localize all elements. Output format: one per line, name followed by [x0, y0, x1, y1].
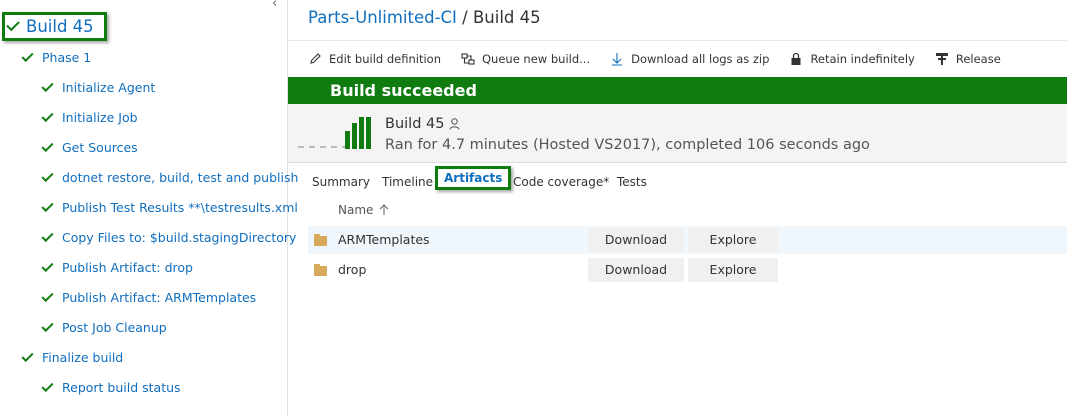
timeline-dashes [298, 146, 348, 148]
tree-item-step[interactable]: Initialize Agent [41, 79, 156, 95]
download-button[interactable]: Download [588, 228, 684, 252]
tree-item-label: Initialize Job [62, 110, 138, 125]
retain-indefinitely-label: Retain indefinitely [810, 51, 915, 66]
release-icon [935, 52, 949, 66]
tree-item-step[interactable]: Publish Test Results **\testresults.xml [41, 199, 298, 215]
build-summary: Build 45 Ran for 4.7 minutes (Hosted VS2… [288, 104, 1067, 163]
success-check-icon [41, 169, 54, 182]
success-check-icon [41, 139, 54, 152]
download-arrow-icon [610, 52, 624, 66]
tab-tests[interactable]: Tests [617, 175, 647, 189]
tree-item-phase[interactable]: Phase 1 [21, 49, 92, 65]
success-check-icon [41, 259, 54, 272]
pencil-icon [308, 52, 322, 66]
build-status-banner: Build succeeded [288, 77, 1067, 104]
chevron-left-icon[interactable]: ‹ [272, 0, 277, 11]
tree-item-label: Finalize build [42, 350, 124, 365]
artifact-row[interactable]: drop Download Explore [308, 256, 1067, 284]
tree-item-label: Initialize Agent [62, 80, 156, 95]
artifact-row[interactable]: ARMTemplates Download Explore [308, 226, 1067, 254]
success-check-icon [41, 379, 54, 392]
download-button[interactable]: Download [588, 258, 684, 282]
queue-icon [461, 52, 475, 66]
download-all-logs-label: Download all logs as zip [631, 51, 770, 66]
person-icon [449, 118, 460, 130]
tree-build-root[interactable]: Build 45 [2, 12, 107, 41]
tree-item-label: Report build status [62, 380, 181, 395]
tree-item-label: Publish Artifact: drop [62, 260, 193, 275]
build-summary-subtitle: Ran for 4.7 minutes (Hosted VS2017), com… [385, 137, 870, 153]
tab-code-coverage[interactable]: Code coverage* [513, 175, 609, 189]
breadcrumb-separator: / [456, 8, 473, 27]
artifact-name: ARMTemplates [338, 232, 430, 247]
tree-item-label: Publish Test Results **\testresults.xml [62, 200, 298, 215]
tree-item-label: Phase 1 [42, 50, 92, 65]
name-column-header[interactable]: Name [338, 203, 389, 217]
success-check-icon [41, 319, 54, 332]
breadcrumb-build: Build 45 [472, 8, 541, 27]
queue-new-build-label: Queue new build... [482, 51, 591, 66]
breadcrumb-project-link[interactable]: Parts-Unlimited-CI [308, 8, 457, 27]
tree-item-step[interactable]: Copy Files to: $build.stagingDirectory [41, 229, 297, 245]
tree-item-phase[interactable]: Finalize build [21, 349, 124, 365]
edit-build-definition-label: Edit build definition [329, 51, 441, 66]
queue-new-build-button[interactable]: Queue new build... [461, 52, 590, 66]
release-button[interactable]: Release [935, 52, 1001, 66]
download-all-logs-button[interactable]: Download all logs as zip [610, 52, 769, 66]
tree-item-label: Post Job Cleanup [62, 320, 167, 335]
tab-artifacts[interactable]: Artifacts [435, 166, 512, 190]
tree-item-step[interactable]: Publish Artifact: ARMTemplates [41, 289, 257, 305]
name-column-label: Name [338, 203, 374, 217]
folder-icon [314, 234, 327, 246]
tab-timeline[interactable]: Timeline [382, 175, 433, 189]
build-toolbar: Edit build definition Queue new build...… [288, 40, 1067, 76]
tree-item-step[interactable]: Initialize Job [41, 109, 138, 125]
tree-item-step[interactable]: Post Job Cleanup [41, 319, 167, 335]
tree-item-label: dotnet restore, build, test and publish [62, 170, 299, 185]
success-check-icon [41, 109, 54, 122]
success-check-icon [41, 199, 54, 212]
lock-icon [789, 52, 803, 66]
success-check-icon [41, 229, 54, 242]
tab-summary[interactable]: Summary [312, 175, 370, 189]
success-check-icon [41, 79, 54, 92]
sort-ascending-icon [379, 204, 389, 216]
build-history-bars-icon [345, 117, 375, 149]
tree-build-root-label: Build 45 [26, 17, 94, 36]
explore-button[interactable]: Explore [688, 258, 778, 282]
explore-button[interactable]: Explore [688, 228, 778, 252]
tree-item-step[interactable]: dotnet restore, build, test and publish [41, 169, 299, 185]
success-check-icon [21, 349, 34, 362]
tree-item-label: Copy Files to: $build.stagingDirectory [62, 230, 297, 245]
build-steps-panel: ‹ Build 45 Phase 1 Initialize Agent Init… [0, 0, 298, 416]
success-check-icon [21, 49, 34, 62]
success-check-icon [41, 289, 54, 302]
tree-item-label: Publish Artifact: ARMTemplates [62, 290, 257, 305]
edit-build-definition-button[interactable]: Edit build definition [308, 52, 441, 66]
artifact-name: drop [338, 262, 367, 277]
build-summary-title: Build 45 [385, 116, 460, 132]
breadcrumb: Parts-Unlimited-CI / Build 45 [308, 8, 541, 27]
retain-indefinitely-button[interactable]: Retain indefinitely [789, 51, 915, 66]
build-summary-title-text: Build 45 [385, 116, 445, 132]
release-label: Release [955, 51, 1001, 66]
tree-item-label: Get Sources [62, 140, 138, 155]
success-check-icon [6, 17, 20, 32]
folder-icon [314, 264, 327, 276]
tree-item-step[interactable]: Publish Artifact: drop [41, 259, 193, 275]
tree-item-step[interactable]: Get Sources [41, 139, 138, 155]
tree-item-step[interactable]: Report build status [41, 379, 181, 395]
